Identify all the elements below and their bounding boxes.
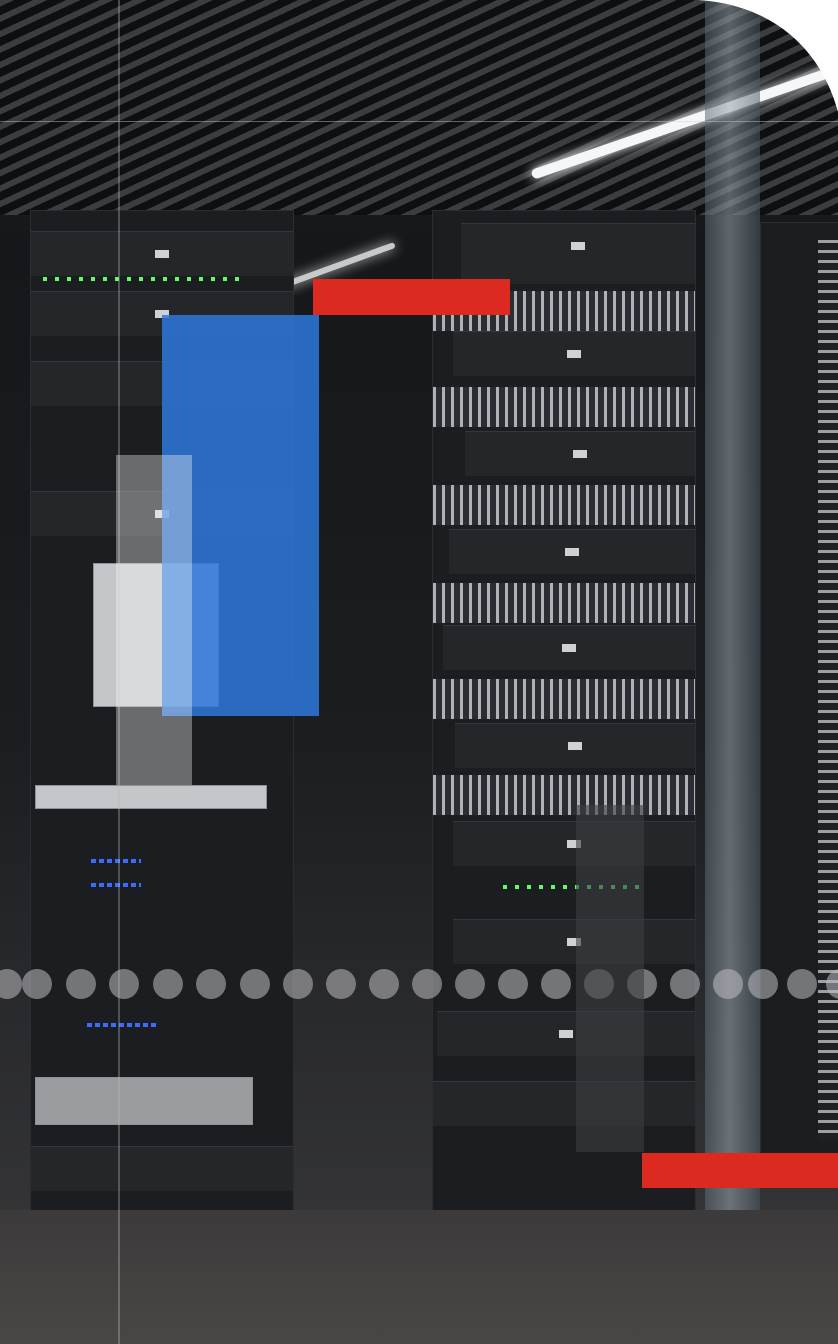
glass-dot [713, 969, 743, 999]
glass-dot [670, 969, 700, 999]
glass-dot [196, 969, 226, 999]
rack-unit [31, 231, 293, 276]
glass-dot [283, 969, 313, 999]
glass-pillar [705, 0, 760, 1344]
glass-dot [455, 969, 485, 999]
glass-dot [22, 969, 52, 999]
glass-dot [369, 969, 399, 999]
glass-dot [748, 969, 778, 999]
patch-cables [433, 775, 695, 815]
glass-dot [66, 969, 96, 999]
white-overlay-bar [116, 455, 192, 785]
glass-dot [240, 969, 270, 999]
rack-unit [31, 1146, 293, 1191]
rounded-corner-frame [698, 0, 838, 112]
red-accent-bar-bottom [642, 1153, 838, 1188]
rack-unit [453, 331, 695, 376]
patch-cables [433, 387, 695, 427]
glass-dot [412, 969, 442, 999]
audio-device [35, 1077, 253, 1125]
glass-dot [109, 969, 139, 999]
amplifier-unit [35, 785, 267, 809]
rack-unit [465, 431, 695, 476]
server-room-photo [0, 0, 838, 1344]
rack-unit [453, 821, 695, 866]
gray-overlay-bar [576, 805, 644, 1152]
glass-dot [0, 969, 22, 999]
display-leds [91, 883, 141, 887]
rack-unit [455, 723, 695, 768]
patch-cables [433, 583, 695, 623]
rack-unit [433, 1081, 695, 1126]
glass-dot [498, 969, 528, 999]
middle-server-rack [432, 210, 696, 1212]
status-leds [43, 277, 243, 281]
rack-unit [461, 223, 695, 284]
glass-frame-line [0, 121, 838, 122]
rack-unit [453, 919, 695, 964]
glass-dot [787, 969, 817, 999]
glass-dot [541, 969, 571, 999]
rack-unit [443, 625, 695, 670]
rack-unit [449, 529, 695, 574]
patch-cables [433, 485, 695, 525]
red-accent-bar-top [313, 279, 510, 315]
rack-unit [437, 1011, 695, 1056]
floor [0, 1210, 838, 1344]
display-leds [91, 859, 141, 863]
display-leds [87, 1023, 157, 1027]
glass-dot [326, 969, 356, 999]
patch-cables [433, 679, 695, 719]
right-rack-cables [818, 240, 838, 1140]
glass-dot [153, 969, 183, 999]
